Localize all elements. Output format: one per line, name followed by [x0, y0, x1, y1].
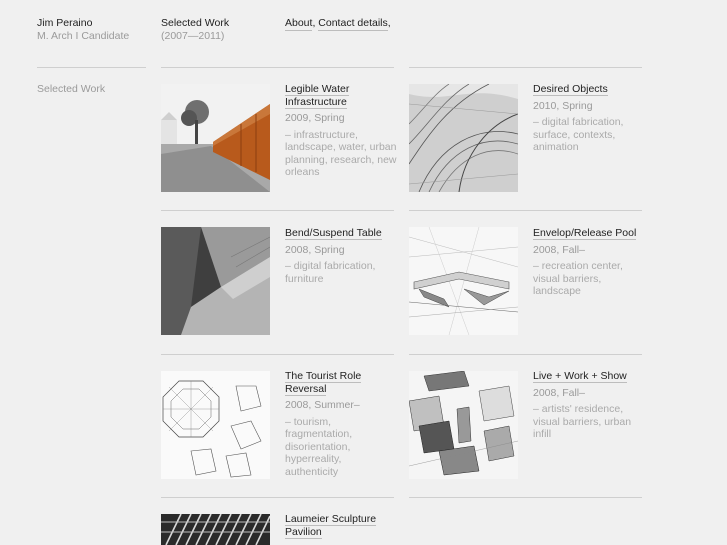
- row-divider: [409, 210, 642, 211]
- project-thumbnail[interactable]: [161, 371, 270, 479]
- project-tags: – digital fabrication, furniture: [285, 260, 376, 285]
- project-title-link[interactable]: Bend/Suspend Table: [285, 227, 382, 240]
- project-date: 2008, Summer–: [285, 399, 360, 411]
- project-date: 2008, Spring: [285, 243, 345, 256]
- nav-separator: ,: [312, 17, 316, 29]
- project-title-link[interactable]: Legible Water Infrastructure: [285, 83, 350, 109]
- project-title-link[interactable]: Desired Objects: [533, 83, 608, 96]
- project-date: 2009, Spring: [285, 112, 345, 124]
- nav-contact-link[interactable]: Contact details: [318, 17, 388, 31]
- project-title-link[interactable]: Laumeier Sculpture Pavilion: [285, 513, 377, 539]
- row-divider: [161, 354, 394, 355]
- project-title-link[interactable]: Live + Work + Show: [533, 370, 627, 383]
- row-divider: [409, 67, 642, 68]
- project-card: Live + Work + Show 2008, Fall– – artists…: [533, 370, 645, 441]
- project-thumbnail[interactable]: [409, 84, 518, 192]
- project-title-link[interactable]: Envelop/Release Pool: [533, 227, 637, 240]
- project-thumbnail[interactable]: [409, 227, 518, 335]
- sidebar-label-selected-work[interactable]: Selected Work: [37, 83, 105, 95]
- row-divider: [161, 67, 394, 68]
- sidebar-divider: [37, 67, 146, 68]
- site-header-identity: Jim Peraino M. Arch I Candidate: [37, 17, 129, 43]
- project-tags: – recreation center, visual barriers, la…: [533, 260, 623, 297]
- row-divider: [409, 497, 642, 498]
- project-date: 2010, Spring: [533, 99, 593, 112]
- site-owner-subtitle: M. Arch I Candidate: [37, 30, 130, 42]
- project-thumbnail[interactable]: [161, 227, 270, 335]
- section-title[interactable]: Selected Work: [161, 17, 229, 30]
- project-card: The Tourist Role Reversal 2008, Summer– …: [285, 370, 397, 478]
- project-title-link[interactable]: The Tourist Role Reversal: [285, 370, 362, 396]
- project-thumbnail[interactable]: [161, 84, 270, 192]
- project-thumbnail[interactable]: [409, 371, 518, 479]
- project-card: Legible Water Infrastructure 2009, Sprin…: [285, 83, 397, 179]
- project-card: Laumeier Sculpture Pavilion: [285, 513, 397, 539]
- project-card: Bend/Suspend Table 2008, Spring – digita…: [285, 227, 397, 285]
- row-divider: [161, 210, 394, 211]
- top-nav: About, Contact details,: [285, 17, 391, 31]
- project-thumbnail[interactable]: [161, 514, 270, 545]
- project-tags: – digital fabrication, surface, contexts…: [533, 116, 624, 153]
- project-date: 2008, Fall–: [533, 243, 585, 256]
- section-years: (2007—2011): [161, 30, 225, 42]
- project-tags: – tourism, fragmentation, disorientation…: [285, 415, 353, 478]
- project-tags: – artists' residence, visual barriers, u…: [533, 403, 632, 440]
- nav-separator: ,: [387, 17, 391, 29]
- project-card: Desired Objects 2010, Spring – digital f…: [533, 83, 645, 154]
- project-tags: – infrastructure, landscape, water, urba…: [285, 128, 397, 179]
- row-divider: [161, 497, 394, 498]
- row-divider: [409, 354, 642, 355]
- nav-about-link[interactable]: About: [285, 17, 313, 31]
- project-date: 2008, Fall–: [533, 386, 585, 399]
- site-owner-name[interactable]: Jim Peraino: [37, 17, 129, 30]
- project-card: Envelop/Release Pool 2008, Fall– – recre…: [533, 227, 645, 298]
- section-heading: Selected Work (2007—2011): [161, 17, 229, 43]
